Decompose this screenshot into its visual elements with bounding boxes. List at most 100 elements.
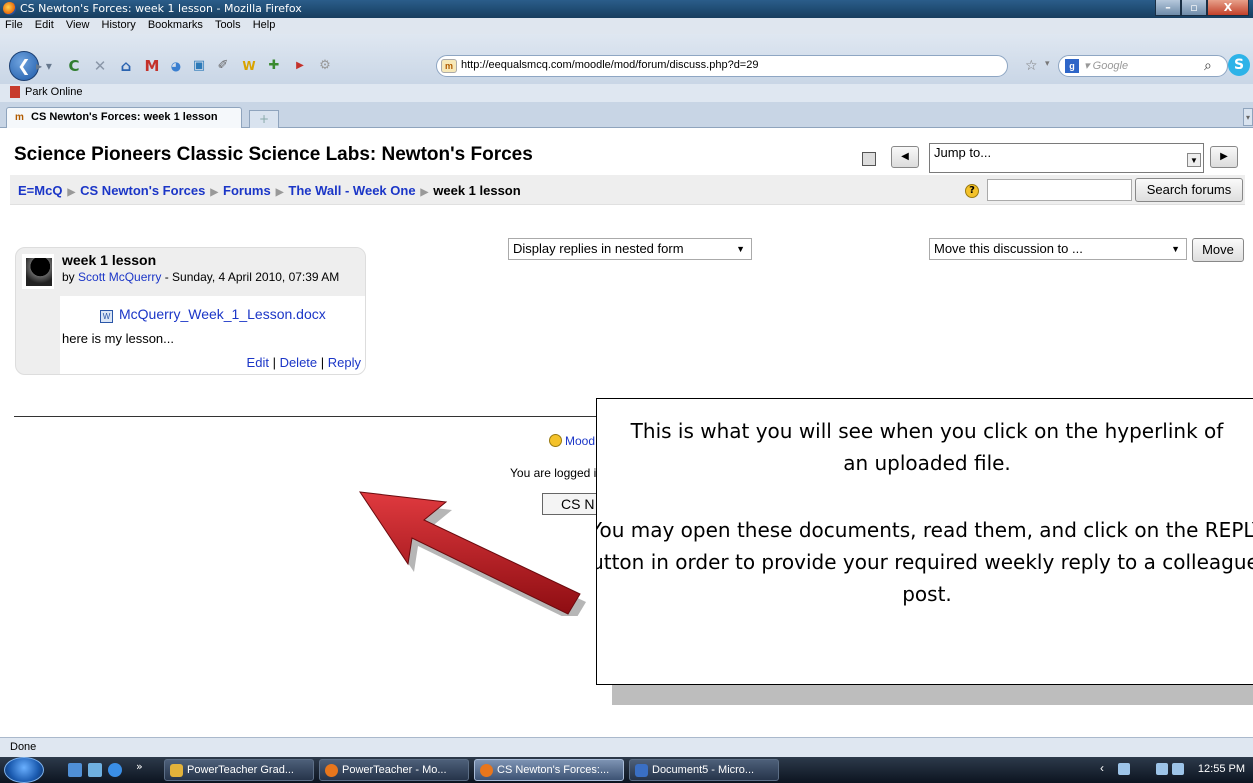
menu-help[interactable]: Help [248,18,280,31]
show-desktop-icon[interactable] [68,763,82,777]
menu-file[interactable]: File [0,18,27,31]
tray-speaker-icon[interactable] [1172,763,1184,775]
callout-text-2: You may open these documents, read them,… [596,518,1253,606]
attachment-name: McQuerry_Week_1_Lesson.docx [119,306,326,322]
menu-tools[interactable]: Tools [210,18,245,31]
menu-history[interactable]: History [97,18,140,31]
tab-strip: m CS Newton's Forces: week 1 lesson + ▾ [0,102,1253,128]
page-content: Science Pioneers Classic Science Labs: N… [0,128,1253,737]
switch-windows-icon[interactable] [88,763,102,777]
red-arrow-icon [358,491,586,616]
tab-active[interactable]: m CS Newton's Forces: week 1 lesson [6,107,242,128]
chevron-down-icon: ▼ [1187,153,1201,167]
move-button[interactable]: Move [1192,238,1244,262]
breadcrumb-home[interactable]: E=McQ [18,183,62,198]
avatar[interactable] [22,254,54,289]
menu-edit[interactable]: Edit [30,18,58,31]
jump-to-select[interactable]: Jump to... ▼ [929,143,1204,173]
firefox-icon [325,764,338,777]
move-discussion-select[interactable]: Move this discussion to ... ▼ [929,238,1187,260]
url-history-dropdown-icon[interactable]: ▾ [1045,59,1050,69]
maximize-button[interactable]: ▫ [1181,0,1207,16]
tray-monitor-icon[interactable] [1118,763,1130,775]
help-icon[interactable]: ? [965,184,979,198]
display-mode-select[interactable]: Display replies in nested form ▼ [508,238,752,260]
layout-icon[interactable] [862,152,876,166]
bookmark-park-online[interactable]: Park Online [10,86,82,98]
tray-expand-icon[interactable]: ‹ [1100,761,1104,775]
move-discussion-value: Move this discussion to ... [934,241,1083,256]
post-author-line: by Scott McQuerry - Sunday, 4 April 2010… [62,270,339,284]
author-link[interactable]: Scott McQuerry [78,270,161,284]
forward-button[interactable]: ▸ ▾ [36,57,56,75]
previous-activity-button[interactable]: ◀ [891,146,919,168]
delete-link[interactable]: Delete [280,355,318,370]
tab-label: CS Newton's Forces: week 1 lesson [31,111,218,123]
page-title: Science Pioneers Classic Science Labs: N… [14,144,533,165]
search-forums-button[interactable]: Search forums [1135,178,1243,202]
gradebook-icon [170,764,183,777]
google-engine-icon[interactable]: g [1065,59,1079,73]
taskbar-item-powerteacher-grad[interactable]: PowerTeacher Grad... [164,759,314,781]
reply-link[interactable]: Reply [328,355,361,370]
minimize-button[interactable]: – [1155,0,1181,16]
taskbar-item-document5[interactable]: Document5 - Micro... [629,759,779,781]
new-tab-button[interactable]: + [249,110,279,128]
youtube-icon[interactable]: ▶ [290,56,310,76]
site-favicon: m [441,59,457,73]
search-bar[interactable]: g ▾ Google [1058,55,1228,77]
stop-icon[interactable]: ✕ [90,56,110,76]
status-text: Done [10,741,37,753]
firefox-icon [3,2,16,15]
breadcrumb-course[interactable]: CS Newton's Forces [80,183,205,198]
breadcrumb-separator: ▶ [275,187,284,198]
attachment-link[interactable]: W McQuerry_Week_1_Lesson.docx [100,306,326,323]
menu-view[interactable]: View [61,18,94,31]
search-forums-input[interactable] [987,179,1132,201]
next-activity-button[interactable]: ▶ [1210,146,1238,168]
breadcrumb-separator: ▶ [67,187,76,198]
bookmark-star-icon[interactable]: ☆ [1025,58,1038,74]
menu-bar: File Edit View History Bookmarks Tools H… [0,18,1253,34]
post-message: here is my lesson... [62,331,174,346]
breadcrumb-separator: ▶ [420,187,429,198]
clock: 12:55 PM [1197,763,1245,775]
taskbar-item-cs-newtons-forces[interactable]: CS Newton's Forces:... [474,759,624,781]
puzzle-icon[interactable]: ✚ [264,56,284,76]
close-button[interactable]: X [1207,0,1249,16]
search-go-icon[interactable]: ⌕ [1204,58,1212,74]
screen-icon[interactable]: ▣ [189,56,209,76]
internet-explorer-icon[interactable] [108,763,122,777]
help-icon [549,434,562,447]
annotation-callout: This is what you will see when you click… [596,398,1253,685]
navigation-toolbar: ❮ ▸ ▾ C ✕ ⌂ M ◕ ▣ ✐ W ✚ ▶ ⚙ m http://eequ… [0,34,1253,84]
bookmark-tool-icon[interactable]: W [239,56,259,76]
home-icon[interactable]: ⌂ [116,56,136,76]
tab-list-button[interactable]: ▾ [1243,108,1253,126]
menu-bookmarks[interactable]: Bookmarks [143,18,207,31]
tab-favicon: m [15,112,24,123]
breadcrumb-forum[interactable]: The Wall - Week One [288,183,415,198]
settings-icon[interactable]: ⚙ [315,56,335,76]
taskbar-item-powerteacher[interactable]: PowerTeacher - Mo... [319,759,469,781]
moodle-docs-link[interactable]: Mood [549,434,595,448]
back-button[interactable]: ❮ [9,51,39,81]
extension-icon[interactable]: ◕ [166,56,186,76]
start-button[interactable] [4,757,44,783]
tray-network-icon[interactable] [1156,763,1168,775]
skype-icon[interactable]: S [1228,54,1250,76]
breadcrumb-separator: ▶ [210,187,219,198]
search-placeholder: Google [1092,60,1129,72]
quicklaunch-more-icon[interactable]: » [136,760,143,773]
tool-icon[interactable]: ✐ [213,56,233,76]
breadcrumb-forums[interactable]: Forums [223,183,271,198]
reload-icon[interactable]: C [64,56,84,76]
edit-link[interactable]: Edit [247,355,269,370]
forum-post: week 1 lesson by Scott McQuerry - Sunday… [15,247,366,375]
gmail-icon[interactable]: M [142,56,162,76]
post-body: W McQuerry_Week_1_Lesson.docx here is my … [60,296,365,374]
breadcrumb-bar: E=McQ ▶ CS Newton's Forces ▶ Forums ▶ The Wall… [10,175,1245,205]
url-bar[interactable]: m http://eequalsmcq.com/moodle/mod/forum/… [436,55,1008,77]
word-icon [635,764,648,777]
window-controls: – ▫ X [1155,0,1249,16]
